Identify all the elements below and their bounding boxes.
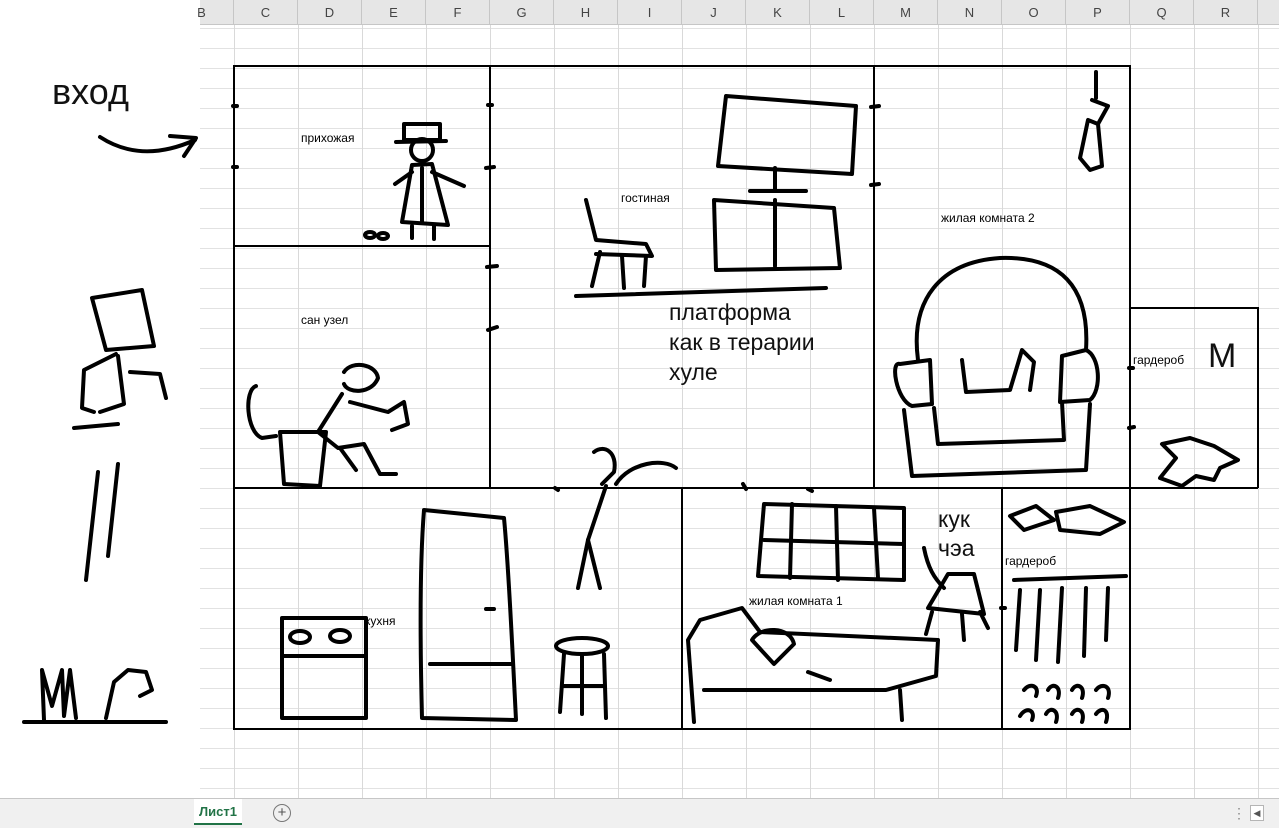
room-label-living-room: гостиная [621, 191, 670, 205]
stick-figure-left-icon [72, 288, 168, 430]
floor-plan-drawing: вход прихожая гостиная сан узел жилая ко… [22, 65, 1259, 730]
sheet-tab-list1[interactable]: Лист1 [194, 799, 242, 825]
standing-figure-icon [576, 446, 678, 590]
double-line-mark-icon [84, 462, 120, 582]
kuk-note-line-1: кук [938, 506, 971, 532]
tv-icon [712, 94, 858, 272]
room-label-wardrobe-2: гардероб [1005, 554, 1056, 568]
stove-icon [280, 616, 368, 720]
bookshelf-icon [756, 502, 906, 582]
wardrobe-letter: M [1208, 337, 1236, 375]
hanging-lamp-icon [1078, 70, 1110, 172]
bed-icon [686, 606, 940, 724]
room-label-hallway: прихожая [301, 131, 354, 145]
scroll-menu-icon[interactable]: ⋮ [1232, 805, 1246, 822]
room-label-kitchen: кухня [365, 614, 396, 628]
ground-line-icon [22, 668, 168, 724]
hallway-person-icon [363, 122, 466, 241]
room-label-bathroom: сан узел [301, 313, 348, 327]
platform-note-line-2: как в терарии [669, 329, 815, 355]
armchair-icon [893, 255, 1100, 478]
platform-note-line-3: хуле [669, 359, 718, 385]
entry-label: вход [52, 71, 129, 112]
room-label-bedroom-1: жилая комната 1 [749, 594, 843, 608]
scroll-left-button[interactable]: ◀ [1250, 805, 1264, 821]
room-label-bedroom-2: жилая комната 2 [941, 211, 1035, 225]
bar-stool-icon [554, 636, 610, 720]
tshirt-icon [1158, 436, 1240, 488]
chair-icon [574, 198, 828, 298]
floor-plan-walls [231, 65, 1259, 730]
kuk-note-line-2: чэа [938, 535, 975, 561]
sheet-tab-bar: Лист1 + ⋮ ◀ [0, 798, 1279, 828]
entry-arrow-icon [98, 134, 198, 158]
room-label-wardrobe-1: гардероб [1133, 353, 1184, 367]
desk-chair-icon [922, 546, 990, 642]
platform-note-line-1: платформа [669, 299, 791, 325]
toilet-and-person-icon [246, 362, 410, 488]
clothes-rack-icon [1008, 504, 1128, 724]
add-sheet-button[interactable]: + [273, 804, 291, 822]
fridge-icon [418, 508, 518, 722]
